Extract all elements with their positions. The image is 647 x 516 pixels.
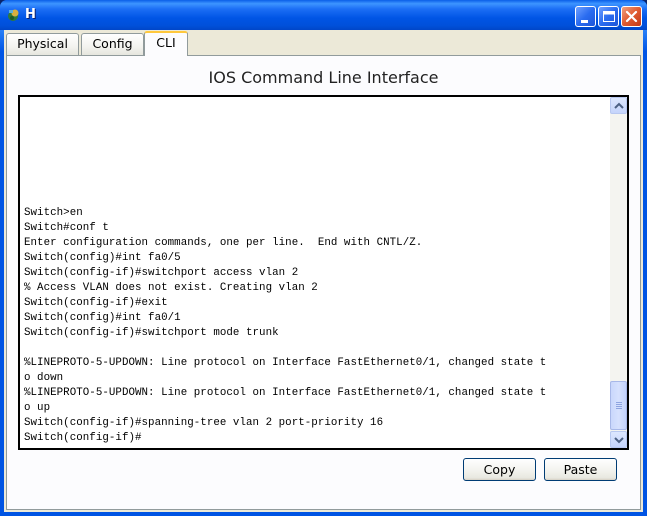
terminal-line: Switch(config-if)#exit xyxy=(24,297,168,309)
terminal-line: %LINEPROTO-5-UPDOWN: Line protocol on In… xyxy=(24,357,547,369)
grip-icon xyxy=(616,402,622,410)
terminal-line: % Access VLAN does not exist. Creating v… xyxy=(24,282,318,294)
scroll-down-button[interactable] xyxy=(610,431,627,448)
window-client-area: Physical Config CLI IOS Command Line Int… xyxy=(4,30,643,512)
terminal-line: Switch(config)#int fa0/1 xyxy=(24,312,181,324)
maximize-button[interactable] xyxy=(598,6,619,27)
cli-panel: IOS Command Line Interface Switch>en Swit… xyxy=(6,55,641,510)
minimize-icon xyxy=(581,20,588,23)
terminal-line: Switch>en xyxy=(24,207,83,219)
terminal-line: Switch(config-if)#spanning-tree vlan 2 p… xyxy=(24,417,384,429)
minimize-button[interactable] xyxy=(575,6,596,27)
paste-button[interactable]: Paste xyxy=(544,458,617,481)
tab-config[interactable]: Config xyxy=(81,33,144,55)
maximize-icon xyxy=(603,11,615,22)
terminal-scrollbar[interactable] xyxy=(610,97,627,448)
terminal-line: Switch(config-if)# xyxy=(24,432,142,444)
title-bar[interactable]: H xyxy=(0,0,647,30)
terminal-line: %LINEPROTO-5-UPDOWN: Line protocol on In… xyxy=(24,387,547,399)
tab-bar: Physical Config CLI xyxy=(4,30,643,56)
terminal-line: Enter configuration commands, one per li… xyxy=(24,237,423,249)
terminal-line: Switch(config)#int fa0/5 xyxy=(24,252,181,264)
scroll-up-button[interactable] xyxy=(610,97,627,114)
window-title: H xyxy=(25,7,36,22)
terminal-line: o down xyxy=(24,372,64,384)
terminal-line: Switch(config-if)#switchport mode trunk xyxy=(24,327,279,339)
device-window: H Physical Config CLI IOS Command Line I… xyxy=(0,0,647,516)
tab-cli[interactable]: CLI xyxy=(144,31,188,56)
close-icon xyxy=(625,10,638,23)
tab-physical[interactable]: Physical xyxy=(6,33,79,55)
packet-tracer-device-icon xyxy=(8,9,19,21)
chevron-down-icon xyxy=(614,437,624,444)
scroll-thumb[interactable] xyxy=(610,381,627,430)
close-button[interactable] xyxy=(621,6,642,27)
chevron-up-icon xyxy=(614,102,624,109)
terminal-output[interactable]: Switch>en Switch#conf t Enter configuratio… xyxy=(24,97,609,448)
copy-button[interactable]: Copy xyxy=(463,458,536,481)
terminal-line: Switch#conf t xyxy=(24,222,109,234)
cli-terminal[interactable]: Switch>en Switch#conf t Enter configuratio… xyxy=(18,95,629,450)
panel-title: IOS Command Line Interface xyxy=(208,68,439,87)
terminal-line: o up xyxy=(24,402,51,414)
terminal-line: Switch(config-if)#switchport access vlan… xyxy=(24,267,299,279)
